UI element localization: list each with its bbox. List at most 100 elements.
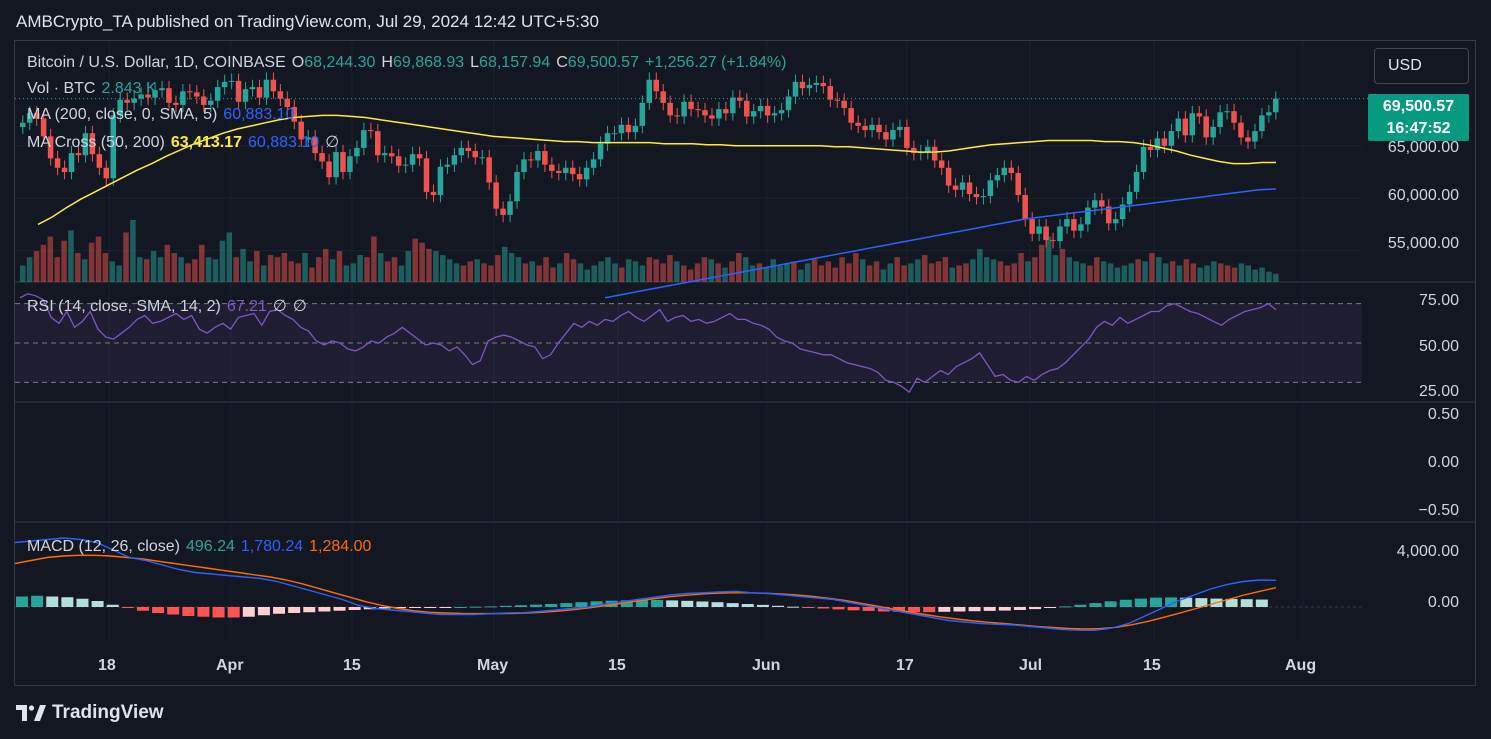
volume-bar (267, 255, 274, 282)
volume-bar (591, 265, 597, 282)
volume-bar (687, 269, 694, 282)
candle (270, 79, 277, 92)
legend-volume-label: Vol · BTC (27, 80, 96, 97)
volume-bar (446, 259, 453, 282)
legend-macross-slow: 60,883.10 (248, 134, 320, 151)
macd-histogram-bar (1044, 607, 1057, 608)
volume-bar (398, 265, 405, 282)
volume-bar (1156, 257, 1162, 282)
legend-macd[interactable]: MACD (12, 26, close) 496.24 1,780.24 1,284.… (27, 538, 377, 556)
candle (395, 156, 402, 166)
volume-bar (756, 263, 763, 282)
volume-bar (81, 259, 88, 282)
volume-bar (178, 257, 184, 282)
candle (235, 80, 242, 102)
macd-histogram-bar (333, 607, 346, 611)
candle (883, 132, 889, 140)
volume-bar (405, 251, 412, 282)
macd-histogram-bar (136, 607, 149, 611)
rsi-tick-25: 25.00 (1418, 383, 1459, 400)
legend-ma200[interactable]: MA (200, close, 0, SMA, 5) 60,883.10 (27, 106, 300, 124)
macd-signal-line (14, 554, 1277, 630)
x-tick-apr: Apr (216, 657, 244, 674)
tradingview-logo[interactable]: TradingView (16, 702, 164, 724)
candle (994, 175, 1001, 181)
candle (1126, 191, 1133, 205)
macd-histogram-bar (303, 607, 316, 613)
candle (890, 130, 896, 140)
candle (242, 89, 249, 102)
legend-volume[interactable]: Vol · BTC 2.843 K (27, 80, 163, 98)
macd-histogram-bar (167, 607, 180, 615)
x-tick-may: May (477, 657, 509, 674)
macd-tick-4000: 4,000.00 (1396, 543, 1459, 560)
candle (1224, 111, 1230, 113)
candle (166, 88, 172, 103)
candle (924, 146, 931, 153)
empty-tick-neg050: −0.50 (1418, 502, 1459, 519)
candle (681, 101, 687, 117)
volume-bar (667, 255, 673, 282)
macd-histogram-bar (651, 599, 664, 607)
candle (562, 167, 569, 174)
candle (20, 122, 26, 127)
volume-bar (1018, 253, 1024, 282)
legend-ohlc: Bitcoin / U.S. Dollar, 1D, COINBASE O68,2… (27, 54, 792, 72)
volume-bar (825, 261, 832, 282)
volume-bar (694, 263, 701, 282)
candle (778, 110, 785, 114)
volume-bar (1094, 257, 1100, 282)
candle (667, 102, 673, 116)
macd-histogram-bar (998, 607, 1011, 611)
macd-histogram-bar (772, 605, 784, 607)
volume-bar (804, 263, 811, 282)
macd-histogram-bar (288, 607, 301, 613)
candle (200, 96, 207, 105)
legend-high-label: H (381, 54, 393, 71)
volume-bar (653, 259, 659, 282)
legend-low-label: L (470, 54, 480, 71)
macd-tick-0: 0.00 (1427, 594, 1459, 611)
candle (507, 201, 513, 215)
volume-bar (777, 265, 783, 282)
candle (347, 156, 353, 172)
candle (1071, 219, 1077, 231)
volume-bar (1190, 263, 1196, 282)
volume-bar (1121, 265, 1128, 282)
volume-bar (508, 253, 515, 282)
volume-bar (288, 261, 295, 282)
candle (75, 153, 82, 156)
volume-bar (1066, 257, 1073, 282)
macd-histogram-bar (257, 607, 270, 616)
macd-histogram-bar (953, 607, 966, 612)
candle (1203, 116, 1209, 138)
candle (952, 185, 959, 190)
candle (319, 153, 325, 162)
volume-bar (123, 232, 129, 282)
volume-bar (763, 267, 770, 282)
legend-symbol[interactable]: Bitcoin / U.S. Dollar, 1D, COINBASE (27, 54, 286, 71)
volume-bar (550, 267, 556, 282)
volume-bar (219, 240, 226, 282)
volume-bar (853, 253, 859, 282)
candle (723, 109, 729, 114)
volume-bar (1183, 259, 1190, 282)
volume-bar (949, 267, 956, 282)
candle (479, 157, 485, 159)
candle (632, 125, 639, 133)
macd-histogram-bar (1150, 597, 1162, 607)
legend-rsi[interactable]: RSI (14, close, SMA, 14, 2) 67.21 ∅ ∅ (27, 296, 313, 316)
legend-macross[interactable]: MA Cross (50, 200) 63,413.17 60,883.10 ∅ (27, 132, 345, 152)
volume-bar (226, 232, 233, 282)
candle (1140, 146, 1147, 172)
volume-bar (749, 265, 756, 282)
volume-bar (770, 259, 776, 282)
volume-bar (811, 259, 818, 282)
currency-button[interactable]: USD (1374, 48, 1469, 84)
bar-countdown: 16:47:52 (1386, 120, 1451, 137)
candle (221, 81, 228, 88)
candle (521, 159, 527, 172)
candle (764, 105, 771, 116)
macd-histogram-bar (152, 607, 165, 613)
candle (855, 122, 861, 126)
